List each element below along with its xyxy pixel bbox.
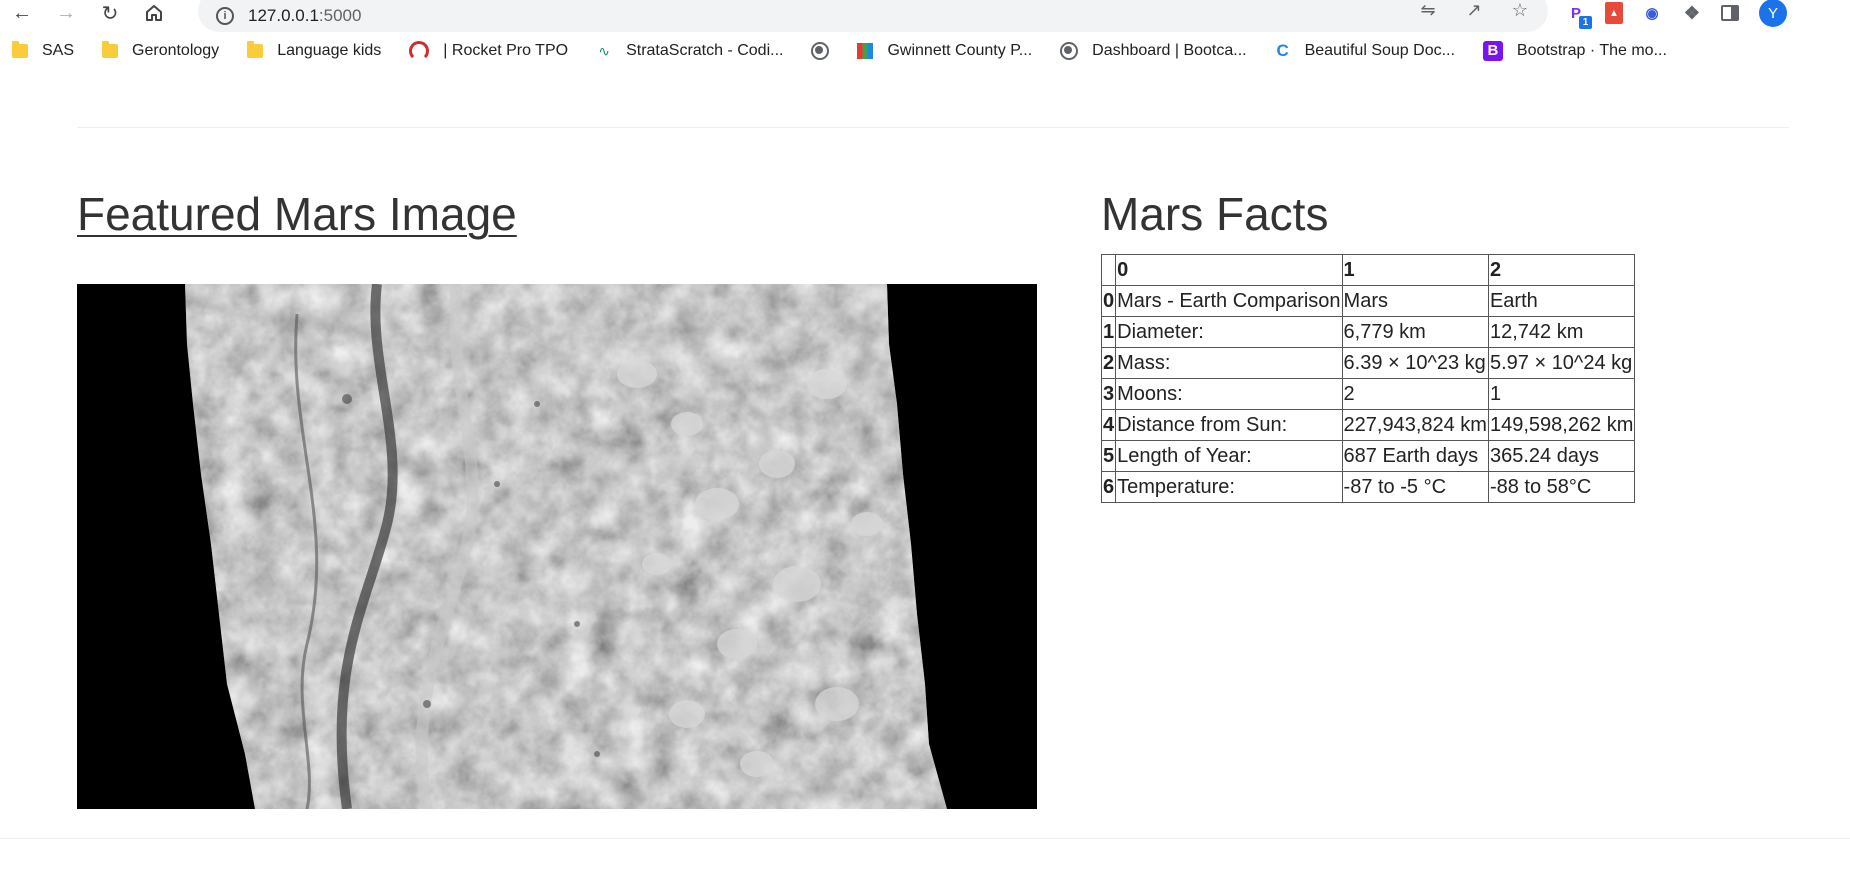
bookmark-label: Gerontology	[132, 42, 220, 59]
table-cell: 227,943,824 km	[1341, 409, 1489, 441]
rocket-icon	[409, 41, 430, 61]
url-text[interactable]: 127.0.0.1:5000	[248, 6, 361, 26]
pdf-extension-icon[interactable]: ▲	[1605, 2, 1623, 24]
table-cell: 5.97 × 10^24 kg	[1487, 347, 1636, 379]
reload-icon[interactable]: ↻	[96, 0, 124, 26]
c-icon: C	[1276, 41, 1289, 60]
bookmark-star-icon[interactable]: ☆	[1510, 0, 1530, 21]
extensions-area: P1 ▲ ◉ ❖ Y	[1565, 0, 1787, 29]
table-cell: 1	[1487, 378, 1636, 410]
bookmark-label: Bootstrap · The mo...	[1516, 42, 1667, 59]
top-divider	[77, 127, 1789, 128]
table-cell: 6.39 × 10^23 kg	[1341, 347, 1489, 379]
table-header-cell	[1100, 254, 1117, 286]
table-cell: 12,742 km	[1487, 316, 1636, 348]
table-cell: 149,598,262 km	[1487, 409, 1636, 441]
table-row: 0 Mars - Earth Comparison Mars Earth	[1100, 285, 1636, 317]
strata-icon: ∿	[598, 43, 610, 59]
side-panel-icon[interactable]	[1721, 5, 1739, 21]
table-cell: -88 to 58°C	[1487, 471, 1636, 503]
extensions-puzzle-icon[interactable]: ❖	[1681, 2, 1703, 24]
table-cell: 2	[1341, 378, 1489, 410]
table-cell: Mass:	[1115, 347, 1343, 379]
table-header-cell: 0	[1115, 254, 1343, 286]
table-row: 6 Temperature: -87 to -5 °C -88 to 58°C	[1100, 471, 1636, 503]
table-cell: Diameter:	[1115, 316, 1343, 348]
bootstrap-icon: B	[1482, 41, 1503, 61]
bookmark-label: | Rocket Pro TPO	[443, 42, 569, 59]
bottom-divider	[0, 838, 1850, 839]
bookmark-label: Gwinnett County P...	[887, 42, 1033, 59]
row-index: 6	[1100, 471, 1117, 503]
globe-icon	[811, 42, 830, 60]
extension-p-icon[interactable]: P1	[1565, 2, 1592, 29]
bookmark-item[interactable]: Language kids	[247, 41, 382, 60]
address-bar[interactable]: i 127.0.0.1:5000 ⇋ ↗ ☆	[198, 0, 1548, 32]
extension-globe-icon[interactable]: ◉	[1641, 2, 1663, 24]
mars-terrain-image	[77, 284, 1037, 809]
table-cell: 687 Earth days	[1341, 440, 1489, 472]
bookmark-item[interactable]: Dashboard | Bootca...	[1060, 42, 1247, 60]
bookmark-item[interactable]	[811, 42, 830, 60]
bookmark-item[interactable]: Gwinnett County P...	[857, 42, 1032, 60]
table-row: 1 Diameter: 6,779 km 12,742 km	[1100, 316, 1636, 348]
row-index: 2	[1100, 347, 1117, 379]
url-port: :5000	[318, 6, 362, 25]
mars-facts-table: 0 1 2 0 Mars - Earth Comparison Mars Ear…	[1100, 254, 1636, 503]
bookmark-label: Dashboard | Bootca...	[1092, 42, 1247, 59]
table-cell: Distance from Sun:	[1115, 409, 1343, 441]
bookmark-item[interactable]: C Beautiful Soup Doc...	[1275, 41, 1455, 60]
table-header-row: 0 1 2	[1100, 254, 1636, 286]
table-cell: -87 to -5 °C	[1341, 471, 1489, 503]
table-cell: 365.24 days	[1487, 440, 1636, 472]
table-cell: 6,779 km	[1341, 316, 1489, 348]
home-icon[interactable]	[140, 0, 168, 26]
table-header-cell: 1	[1341, 254, 1489, 286]
row-index: 5	[1100, 440, 1117, 472]
mars-facts-title: Mars Facts	[1101, 188, 1329, 240]
bookmark-item[interactable]: B Bootstrap · The mo...	[1482, 41, 1667, 61]
table-row: 5 Length of Year: 687 Earth days 365.24 …	[1100, 440, 1636, 472]
featured-image-title-link[interactable]: Featured Mars Image	[77, 188, 517, 240]
bookmark-item[interactable]: | Rocket Pro TPO	[409, 41, 568, 61]
folder-icon	[102, 41, 119, 58]
row-index: 4	[1100, 409, 1117, 441]
bookmark-label: Beautiful Soup Doc...	[1304, 42, 1455, 59]
table-row: 4 Distance from Sun: 227,943,824 km 149,…	[1100, 409, 1636, 441]
share-icon[interactable]: ↗	[1464, 0, 1484, 21]
row-index: 1	[1100, 316, 1117, 348]
bookmark-item[interactable]: SAS	[12, 41, 75, 60]
table-header-cell: 2	[1487, 254, 1636, 286]
row-index: 0	[1100, 285, 1117, 317]
bookmark-label: Language kids	[277, 42, 382, 59]
table-cell: Length of Year:	[1115, 440, 1343, 472]
table-row: 3 Moons: 2 1	[1100, 378, 1636, 410]
table-cell: Moons:	[1115, 378, 1343, 410]
forward-arrow-icon[interactable]: →	[52, 0, 80, 26]
gwinnett-icon	[857, 43, 874, 59]
table-cell: Temperature:	[1115, 471, 1343, 503]
bookmark-item[interactable]: Gerontology	[102, 41, 220, 60]
globe-icon	[1060, 42, 1079, 60]
table-cell: Earth	[1487, 285, 1636, 317]
folder-icon	[12, 41, 28, 58]
table-row: 2 Mass: 6.39 × 10^23 kg 5.97 × 10^24 kg	[1100, 347, 1636, 379]
bookmark-item[interactable]: ∿ StrataScratch - Codi...	[596, 42, 783, 60]
table-cell: Mars - Earth Comparison	[1115, 285, 1343, 317]
url-host: 127.0.0.1	[248, 6, 319, 25]
bookmark-label: StrataScratch - Codi...	[626, 42, 784, 59]
extension-badge: 1	[1579, 16, 1592, 29]
row-index: 3	[1100, 378, 1117, 410]
back-arrow-icon[interactable]: ←	[8, 0, 36, 26]
featured-mars-image	[77, 284, 1037, 809]
site-info-icon[interactable]: i	[216, 7, 234, 25]
profile-avatar[interactable]: Y	[1759, 0, 1787, 27]
folder-icon	[247, 41, 264, 58]
bookmark-label: SAS	[42, 42, 75, 59]
bookmarks-bar: SAS Gerontology Language kids | Rocket Pro …	[0, 38, 1850, 64]
translate-icon[interactable]: ⇋	[1418, 0, 1438, 21]
table-cell: Mars	[1341, 285, 1489, 317]
